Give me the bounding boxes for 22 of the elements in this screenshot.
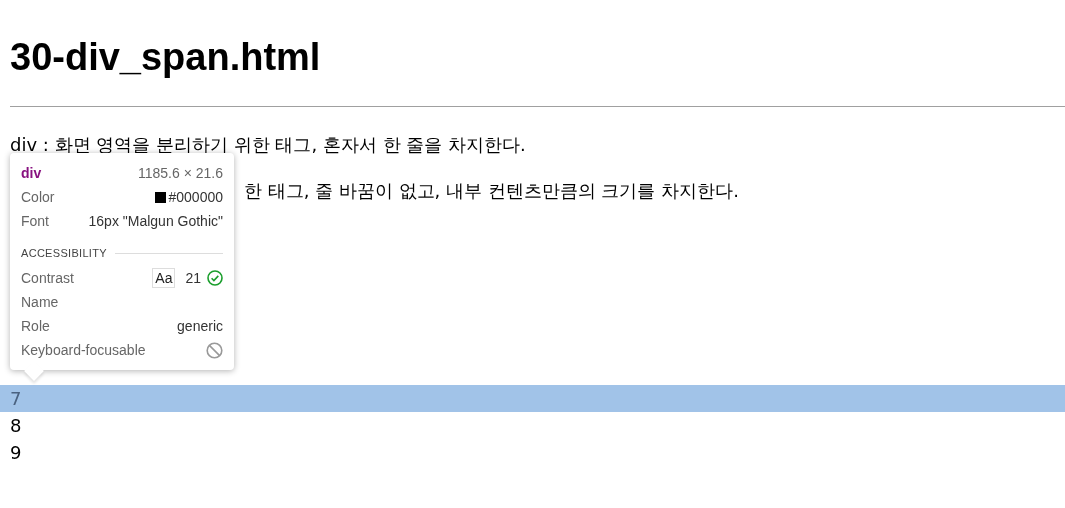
font-label: Font (21, 213, 49, 229)
contrast-label: Contrast (21, 270, 74, 286)
tag-name: div (21, 165, 42, 181)
paragraph: 한 태그, 줄 바꿈이 없고, 내부 컨텐츠만큼의 크기를 차지한다. (244, 179, 740, 203)
div-line: 8 (9, 414, 23, 438)
div-line: 9 (9, 441, 23, 465)
color-value: #000000 (168, 189, 223, 205)
color-swatch (155, 191, 167, 203)
element-size: 1185.6 × 21.6 (138, 165, 223, 181)
paragraph: div : 화면 영역을 분리하기 위한 태그, 혼자서 한 줄을 차지한다. (10, 133, 527, 157)
color-label: Color (21, 189, 55, 205)
not-allowed-icon (206, 341, 223, 359)
name-label: Name (21, 294, 59, 310)
section-title: ACCESSIBILITY (21, 247, 107, 259)
contrast-sample: Aa (152, 268, 176, 288)
focusable-label: Keyboard-focusable (21, 342, 146, 358)
page-heading: 30-div_span.html (10, 35, 322, 80)
contrast-value: 21 (185, 270, 201, 286)
font-value: 16px "Malgun Gothic" (88, 213, 223, 229)
role-value: generic (177, 318, 223, 334)
role-label: Role (21, 318, 50, 334)
check-circle-icon (207, 270, 223, 286)
